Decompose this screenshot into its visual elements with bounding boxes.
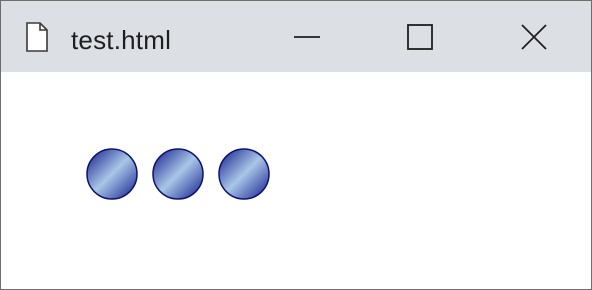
- minimize-icon: [294, 35, 320, 38]
- maximize-button[interactable]: [390, 1, 450, 72]
- app-window: test.html: [0, 0, 592, 290]
- minimize-button[interactable]: [277, 1, 337, 72]
- document-icon: [26, 22, 48, 52]
- ball-1: [86, 148, 138, 200]
- window-title: test.html: [71, 25, 172, 55]
- ball-3: [218, 148, 270, 200]
- title-bar[interactable]: test.html: [1, 1, 591, 72]
- close-button[interactable]: [504, 1, 564, 72]
- ball-2: [152, 148, 204, 200]
- page-content: [1, 72, 591, 289]
- close-icon: [521, 23, 547, 50]
- maximize-icon: [407, 23, 433, 50]
